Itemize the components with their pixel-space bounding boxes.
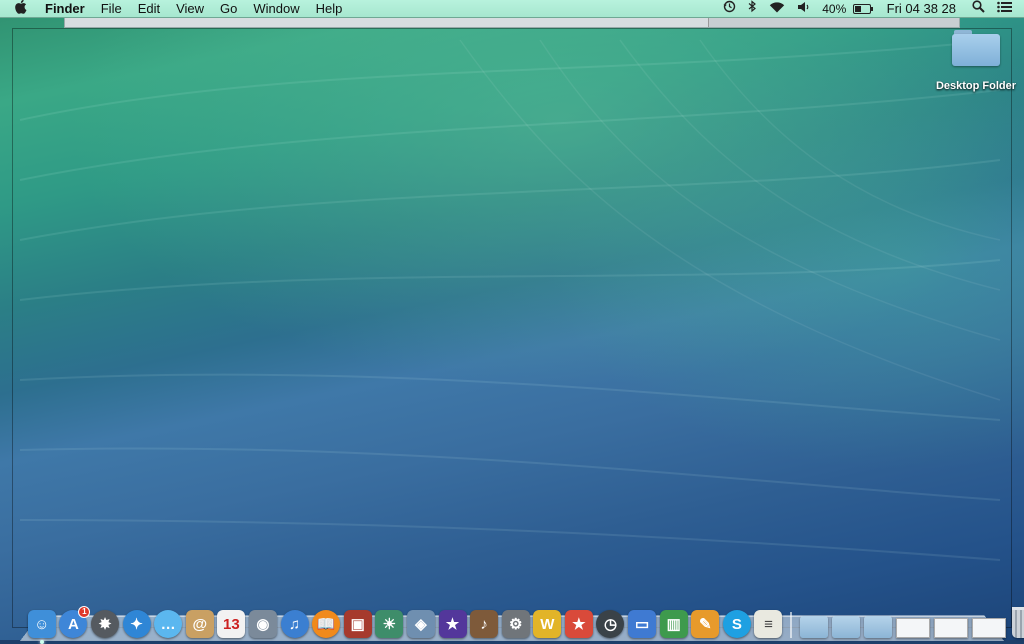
- skype-icon[interactable]: S: [722, 610, 751, 638]
- menu-help[interactable]: Help: [308, 0, 351, 18]
- apple-icon[interactable]: [0, 0, 37, 18]
- documents-stack-icon[interactable]: [832, 616, 861, 638]
- dock: ☺ A 1 ✸ ✦… @13 ◉ ♫ 📖 ▣ ☀ ◈ ★ ♪ ⚙ W ★ ◷ ▭ ▥ ✎ S ≡: [26, 598, 1024, 644]
- minimized-window-2[interactable]: [934, 618, 969, 638]
- menu-window[interactable]: Window: [245, 0, 307, 18]
- battery-percent: 40%: [822, 1, 847, 16]
- contacts-icon[interactable]: @: [185, 610, 214, 638]
- running-indicator: [39, 640, 44, 644]
- time-machine-icon[interactable]: [717, 0, 742, 18]
- finder-icon[interactable]: ☺: [27, 610, 56, 644]
- dock-badge: 1: [78, 606, 91, 618]
- menu-edit[interactable]: Edit: [130, 0, 168, 18]
- menu-go[interactable]: Go: [212, 0, 245, 18]
- menu-clock[interactable]: Fri 04 38 28: [877, 0, 966, 18]
- word-app-icon[interactable]: W: [533, 610, 562, 638]
- preview-icon[interactable]: ◈: [406, 610, 435, 638]
- applications-stack-icon[interactable]: [800, 616, 829, 638]
- pages-icon[interactable]: ✎: [691, 610, 720, 638]
- time-machine-icon[interactable]: ◷: [596, 610, 625, 638]
- desktop-folder[interactable]: Desktop Folder: [932, 30, 1020, 92]
- volume-icon[interactable]: [791, 0, 816, 18]
- battery-level: [854, 6, 861, 13]
- wunderlist-icon[interactable]: ★: [564, 610, 593, 638]
- wifi-icon[interactable]: [763, 0, 791, 18]
- spotlight-search-icon[interactable]: [966, 0, 991, 18]
- menu-view[interactable]: View: [168, 0, 212, 18]
- desktop-wallpaper: [0, 0, 1024, 640]
- minimized-window-3[interactable]: [972, 618, 1007, 638]
- messages-icon[interactable]: …: [154, 610, 183, 638]
- launchpad-icon[interactable]: ✸: [90, 610, 119, 638]
- trash-icon[interactable]: [1012, 607, 1024, 638]
- safari-icon[interactable]: ✦: [122, 610, 151, 638]
- photo-booth-icon[interactable]: ◉: [248, 610, 277, 638]
- menu-file[interactable]: File: [93, 0, 130, 18]
- bluetooth-icon[interactable]: [742, 0, 763, 18]
- notification-center-icon[interactable]: [991, 0, 1024, 18]
- system-utility-icon[interactable]: ⚙: [501, 610, 530, 638]
- textedit-icon[interactable]: ≡: [754, 610, 783, 638]
- menu-bar: Finder File Edit View Go Window Help 40%…: [0, 0, 1024, 18]
- wave-texture: [19, 39, 1001, 561]
- numbers-icon[interactable]: ▥: [659, 610, 688, 638]
- iphoto-icon[interactable]: ☀: [375, 610, 404, 638]
- minimized-window-1[interactable]: [896, 618, 931, 638]
- calendar-icon[interactable]: 13: [217, 610, 246, 638]
- photo-app-icon[interactable]: ▣: [343, 610, 372, 638]
- imovie-icon[interactable]: ★: [438, 610, 467, 638]
- menu-app-name[interactable]: Finder: [37, 0, 93, 18]
- folder-icon: [952, 30, 1000, 66]
- garageband-icon[interactable]: ♪: [470, 610, 499, 638]
- background-window-edge[interactable]: [64, 18, 960, 28]
- app-store-icon[interactable]: A1: [59, 606, 91, 638]
- dock-separator: [790, 612, 793, 638]
- window-scroll-area[interactable]: [708, 18, 959, 27]
- ibooks-icon[interactable]: 📖: [312, 610, 341, 638]
- desktop-folder-label: Desktop Folder: [935, 80, 1017, 92]
- itunes-icon[interactable]: ♫: [280, 610, 309, 638]
- keynote-icon[interactable]: ▭: [628, 610, 657, 638]
- downloads-stack-icon[interactable]: [864, 616, 893, 638]
- battery-icon: [852, 4, 873, 15]
- battery-status[interactable]: 40%: [816, 0, 876, 18]
